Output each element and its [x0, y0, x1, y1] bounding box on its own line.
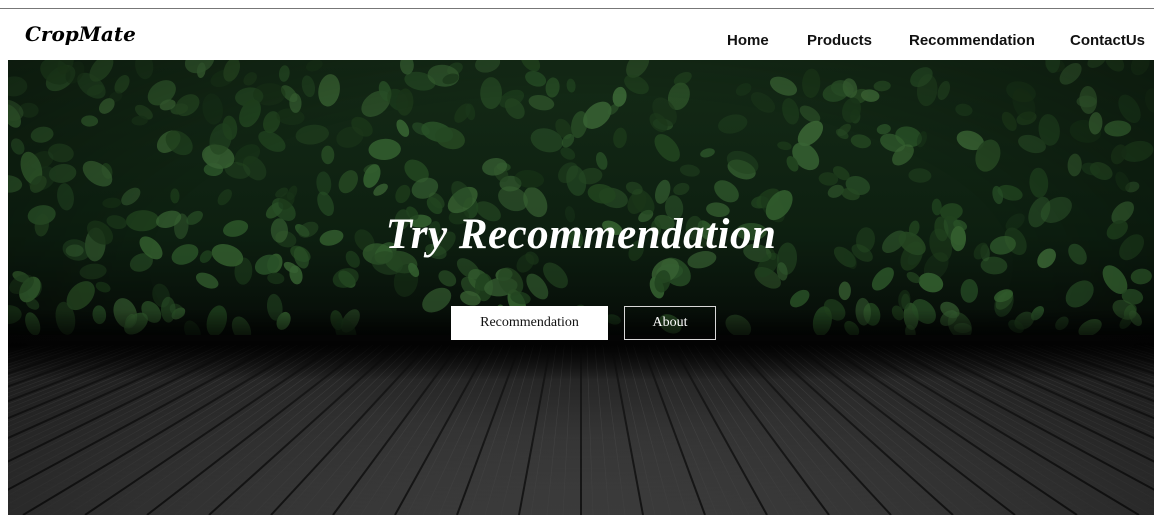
nav-recommendation[interactable]: Recommendation — [909, 32, 1035, 49]
nav-products[interactable]: Products — [807, 32, 872, 49]
nav-home[interactable]: Home — [727, 32, 769, 49]
nav-contactus[interactable]: ContactUs — [1070, 32, 1145, 49]
logo[interactable]: CropMate — [25, 22, 136, 46]
about-button[interactable]: About — [624, 306, 716, 340]
hero-background-image — [8, 60, 1154, 515]
hero-banner: Try Recommendation Recommendation About — [8, 60, 1154, 515]
recommendation-button[interactable]: Recommendation — [451, 306, 608, 340]
hero-title: Try Recommendation — [385, 211, 777, 258]
